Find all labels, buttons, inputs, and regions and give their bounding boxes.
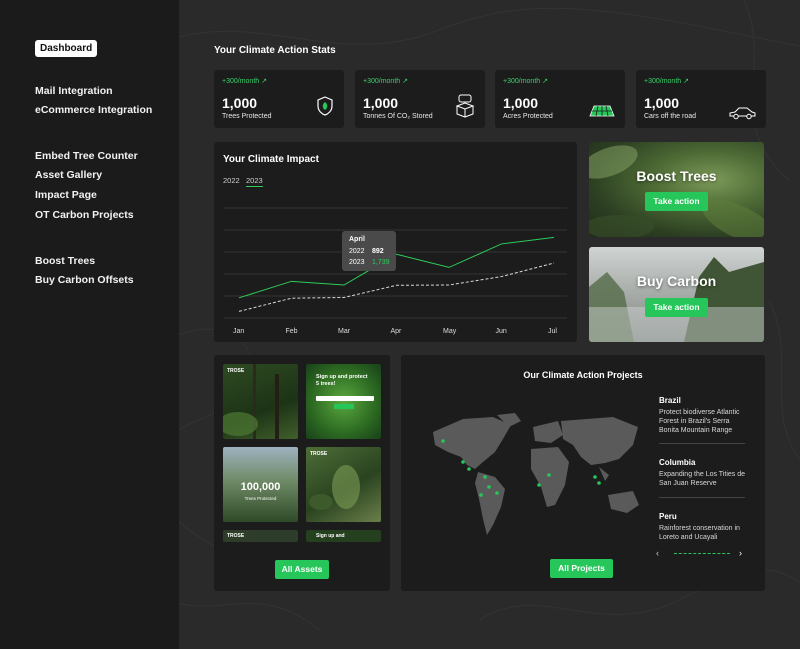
land-grid-icon [589, 105, 615, 117]
sidebar-item-embed-tree-counter[interactable]: Embed Tree Counter [35, 150, 138, 162]
impact-chart-panel: Your Climate Impact 2022 2023 April 2022… [214, 142, 577, 342]
sidebar-item-ot-carbon-projects[interactable]: OT Carbon Projects [35, 209, 134, 221]
stat-card-acres: +300/month ↗ 1,000 Acres Protected [495, 70, 625, 128]
sidebar-item-mail-integration[interactable]: Mail Integration [35, 85, 113, 97]
asset-button-preview [334, 404, 354, 409]
asset-tile[interactable]: Sign up and protect 5 trees! [306, 364, 381, 439]
stat-card-trees: +300/month ↗ 1,000 Trees Protected [214, 70, 344, 128]
co2-box-icon [455, 94, 475, 118]
stat-change: +300/month ↗ [644, 78, 689, 85]
buy-carbon-banner: Buy Carbon Take action [589, 247, 764, 342]
series-line-2023 [238, 236, 555, 299]
stat-change: +300/month ↗ [363, 78, 408, 85]
asset-input-preview [316, 396, 374, 401]
car-icon [729, 107, 756, 120]
project-name: Peru [659, 512, 677, 521]
project-name: Columbia [659, 458, 696, 467]
assets-panel: TROSE Sign up and protect 5 trees! 100,0… [214, 355, 390, 591]
promo-title: Boost Trees [636, 168, 717, 184]
stat-value: 1,000 [363, 95, 399, 111]
stat-value: 1,000 [644, 95, 680, 111]
leaf-photo [589, 145, 764, 237]
all-projects-button[interactable]: All Projects [550, 559, 613, 578]
x-tick-label: May [443, 328, 457, 335]
asset-counter-caption: Trees Protected [244, 496, 277, 501]
asset-brand: TROSE [227, 533, 245, 539]
asset-tile[interactable]: 100,000 Trees Protected [223, 447, 298, 522]
project-description: Rainforest conservation in Loreto and Uc… [659, 525, 740, 541]
main-content: Your Climate Action Stats +300/month ↗ 1… [179, 0, 800, 649]
carousel-prev-icon[interactable]: ‹ [656, 548, 659, 558]
stat-label: Tonnes Of CO₂ Stored [363, 113, 433, 120]
sidebar-item-dashboard[interactable]: Dashboard [35, 40, 98, 57]
asset-tile[interactable]: Sign up and [306, 530, 381, 542]
sidebar-item-ecommerce-integration[interactable]: eCommerce Integration [35, 104, 152, 116]
projects-panel: Our Climate Action Projects Brazil Prote… [401, 355, 765, 591]
sidebar-item-boost-trees[interactable]: Boost Trees [35, 255, 95, 267]
all-assets-button[interactable]: All Assets [275, 560, 329, 579]
stat-label: Trees Protected [222, 113, 272, 120]
sidebar: Dashboard Mail Integration eCommerce Int… [0, 0, 179, 649]
x-tick-label: Jun [495, 328, 507, 335]
asset-headline: Sign up and [316, 533, 345, 539]
chart-tooltip: April 2022 892 2023 1,739 [342, 231, 396, 271]
carousel-progress [674, 553, 730, 554]
buy-carbon-take-action-button[interactable]: Take action [645, 298, 708, 317]
project-name: Brazil [659, 396, 681, 405]
tooltip-year: 2022 [349, 248, 365, 255]
asset-headline: Sign up and protect 5 trees! [316, 374, 368, 387]
sidebar-item-buy-carbon-offsets[interactable]: Buy Carbon Offsets [35, 274, 134, 286]
stat-value: 1,000 [222, 95, 258, 111]
projects-title: Our Climate Action Projects [523, 370, 643, 380]
project-description: Expanding the Los Tities de San Juan Res… [659, 471, 746, 487]
x-tick-label: Feb [285, 328, 298, 335]
series-line-2022 [238, 262, 555, 312]
project-divider [659, 443, 745, 444]
x-tick-label: Jul [548, 328, 557, 335]
foliage-photo [309, 465, 360, 510]
stat-change: +300/month ↗ [222, 78, 267, 85]
promo-title: Buy Carbon [636, 273, 717, 289]
x-tick-label: Mar [338, 328, 351, 335]
tooltip-month: April [349, 236, 365, 243]
tooltip-year: 2023 [349, 259, 365, 266]
project-description: Protect biodiverse Atlantic Forest in Br… [659, 409, 740, 434]
forest-photo [223, 364, 279, 439]
stat-label: Cars off the road [644, 113, 697, 120]
sidebar-item-impact-page[interactable]: Impact Page [35, 189, 97, 201]
carousel-next-icon[interactable]: › [739, 548, 742, 558]
x-tick-label: Apr [390, 328, 402, 335]
shield-leaf-icon [317, 96, 333, 116]
asset-counter-value: 100,000 [240, 481, 281, 493]
boost-trees-take-action-button[interactable]: Take action [645, 192, 708, 211]
asset-tile[interactable]: TROSE [223, 364, 298, 439]
stat-card-cars: +300/month ↗ 1,000 Cars off the road [636, 70, 766, 128]
stats-section-title: Your Climate Action Stats [214, 45, 336, 56]
project-divider [659, 497, 745, 498]
stat-card-co2: +300/month ↗ 1,000 Tonnes Of CO₂ Stored [355, 70, 485, 128]
tooltip-value: 1,739 [372, 259, 390, 266]
mountain-fog-photo [589, 257, 764, 342]
asset-tile[interactable]: TROSE [223, 530, 298, 542]
x-tick-label: Jan [233, 328, 245, 335]
stat-label: Acres Protected [503, 113, 553, 120]
sidebar-item-asset-gallery[interactable]: Asset Gallery [35, 169, 102, 181]
world-map [433, 413, 639, 535]
stat-change: +300/month ↗ [503, 78, 548, 85]
boost-trees-banner: Boost Trees Take action [589, 142, 764, 237]
stat-value: 1,000 [503, 95, 539, 111]
asset-tile[interactable]: TROSE [306, 447, 381, 522]
tooltip-value: 892 [372, 248, 384, 255]
